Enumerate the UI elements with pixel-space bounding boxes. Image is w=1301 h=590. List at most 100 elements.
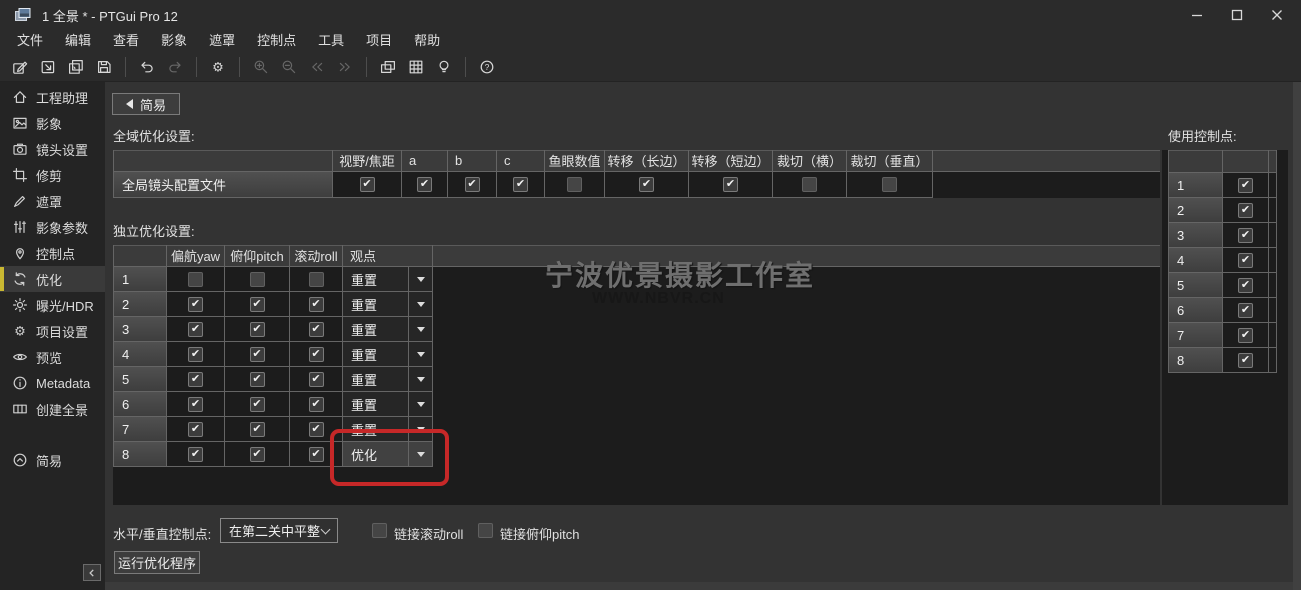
viewpoint-dropdown-row6[interactable]: 重置: [343, 392, 432, 416]
viewer-icon[interactable]: [431, 54, 457, 80]
sidebar-item-lens[interactable]: 镜头设置: [0, 136, 105, 162]
right-check-cell: [1223, 348, 1269, 373]
俯仰pitch-checkbox-row7[interactable]: [250, 422, 265, 437]
sidebar-item-images[interactable]: 影象: [0, 110, 105, 136]
use-control-points-checkbox-4[interactable]: [1238, 253, 1253, 268]
menu-item-7[interactable]: 项目: [355, 30, 403, 52]
俯仰pitch-checkbox-row3[interactable]: [250, 322, 265, 337]
滚动roll-checkbox-row6[interactable]: [309, 397, 324, 412]
global-checkbox-视野/焦距[interactable]: [360, 177, 375, 192]
menu-item-8[interactable]: 帮助: [403, 30, 451, 52]
menu-item-5[interactable]: 控制点: [246, 30, 307, 52]
minimize-icon[interactable]: [1177, 0, 1217, 30]
俯仰pitch-checkbox-row6[interactable]: [250, 397, 265, 412]
偏航yaw-checkbox-row2[interactable]: [188, 297, 203, 312]
偏航yaw-checkbox-row4[interactable]: [188, 347, 203, 362]
right-row-number: 5: [1168, 273, 1223, 298]
link-roll-checkbox[interactable]: [372, 523, 387, 538]
滚动roll-checkbox-row7[interactable]: [309, 422, 324, 437]
滚动roll-checkbox-row1[interactable]: [309, 272, 324, 287]
global-checkbox-a[interactable]: [417, 177, 432, 192]
lens-icon: [12, 141, 32, 157]
俯仰pitch-checkbox-row2[interactable]: [250, 297, 265, 312]
right-check-cell: [1223, 298, 1269, 323]
add-images-icon[interactable]: [63, 54, 89, 80]
hv-select-value: 在第二关中平整: [229, 521, 322, 540]
menu-item-2[interactable]: 查看: [102, 30, 150, 52]
滚动roll-checkbox-row5[interactable]: [309, 372, 324, 387]
menu-item-6[interactable]: 工具: [307, 30, 355, 52]
menu-item-1[interactable]: 编辑: [54, 30, 102, 52]
global-checkbox-鱼眼数值[interactable]: [567, 177, 582, 192]
menu-item-0[interactable]: 文件: [6, 30, 54, 52]
save-project-icon[interactable]: [91, 54, 117, 80]
run-optimizer-button[interactable]: 运行优化程序: [114, 551, 200, 574]
sidebar-item-pin[interactable]: 控制点: [0, 240, 105, 266]
edit-project-icon[interactable]: [7, 54, 33, 80]
use-control-points-checkbox-3[interactable]: [1238, 228, 1253, 243]
sidebar-item-simple-mode[interactable]: 简易: [0, 447, 105, 473]
sidebar-item-sun[interactable]: 曝光/HDR: [0, 292, 105, 318]
viewpoint-dropdown-row2[interactable]: 重置: [343, 292, 432, 316]
menu-item-4[interactable]: 遮罩: [198, 30, 246, 52]
sidebar-item-home[interactable]: 工程助理: [0, 84, 105, 110]
sidebar-item-eye[interactable]: 预览: [0, 344, 105, 370]
俯仰pitch-checkbox-row5[interactable]: [250, 372, 265, 387]
link-pitch-checkbox[interactable]: [478, 523, 493, 538]
global-checkbox-c[interactable]: [513, 177, 528, 192]
global-checkbox-转移（短边）[interactable]: [723, 177, 738, 192]
global-checkbox-b[interactable]: [465, 177, 480, 192]
sidebar-item-gear[interactable]: ⚙项目设置: [0, 318, 105, 344]
settings-icon[interactable]: ⚙: [205, 54, 231, 80]
panorama-editor-icon[interactable]: [375, 54, 401, 80]
sidebar-item-mask[interactable]: 遮罩: [0, 188, 105, 214]
滚动roll-checkbox-row3[interactable]: [309, 322, 324, 337]
menu-item-3[interactable]: 影象: [150, 30, 198, 52]
sidebar-item-optimize[interactable]: 优化: [0, 266, 105, 292]
偏航yaw-checkbox-row8[interactable]: [188, 447, 203, 462]
偏航yaw-checkbox-row5[interactable]: [188, 372, 203, 387]
help-icon[interactable]: ?: [474, 54, 500, 80]
sidebar-item-sliders[interactable]: 影象参数: [0, 214, 105, 240]
俯仰pitch-checkbox-row8[interactable]: [250, 447, 265, 462]
viewpoint-dropdown-row5[interactable]: 重置: [343, 367, 432, 391]
滚动roll-checkbox-row2[interactable]: [309, 297, 324, 312]
sidebar-item-panorama[interactable]: 创建全景: [0, 396, 105, 422]
use-control-points-checkbox-5[interactable]: [1238, 278, 1253, 293]
back-to-simple-button[interactable]: 简易: [112, 93, 180, 115]
sidebar-item-crop[interactable]: 修剪: [0, 162, 105, 188]
detail-viewer-icon[interactable]: [403, 54, 429, 80]
toolbar-separator: [366, 57, 367, 77]
sidebar-item-label: 控制点: [36, 244, 75, 263]
collapse-sidebar-button[interactable]: [83, 564, 101, 581]
sidebar-item-label: 曝光/HDR: [36, 296, 94, 315]
independent-check-cell: [167, 417, 225, 442]
偏航yaw-checkbox-row6[interactable]: [188, 397, 203, 412]
偏航yaw-checkbox-row1[interactable]: [188, 272, 203, 287]
use-control-points-checkbox-1[interactable]: [1238, 178, 1253, 193]
use-control-points-checkbox-2[interactable]: [1238, 203, 1253, 218]
viewpoint-dropdown-row4[interactable]: 重置: [343, 342, 432, 366]
use-control-points-checkbox-8[interactable]: [1238, 353, 1253, 368]
global-checkbox-裁切（横）[interactable]: [802, 177, 817, 192]
偏航yaw-checkbox-row7[interactable]: [188, 422, 203, 437]
maximize-icon[interactable]: [1217, 0, 1257, 30]
滚动roll-checkbox-row8[interactable]: [309, 447, 324, 462]
滚动roll-checkbox-row4[interactable]: [309, 347, 324, 362]
俯仰pitch-checkbox-row4[interactable]: [250, 347, 265, 362]
偏航yaw-checkbox-row3[interactable]: [188, 322, 203, 337]
sidebar-item-info[interactable]: Metadata: [0, 370, 105, 396]
viewpoint-dropdown-value: 重置: [343, 292, 408, 316]
right-scrollbar-track[interactable]: [1293, 82, 1301, 590]
viewpoint-dropdown-row1[interactable]: 重置: [343, 267, 432, 291]
use-control-points-checkbox-7[interactable]: [1238, 328, 1253, 343]
global-checkbox-转移（长边）[interactable]: [639, 177, 654, 192]
俯仰pitch-checkbox-row1[interactable]: [250, 272, 265, 287]
open-project-icon[interactable]: [35, 54, 61, 80]
undo-icon[interactable]: [134, 54, 160, 80]
use-control-points-checkbox-6[interactable]: [1238, 303, 1253, 318]
hv-control-points-select[interactable]: 在第二关中平整: [220, 518, 338, 543]
global-checkbox-裁切（垂直）[interactable]: [882, 177, 897, 192]
close-icon[interactable]: [1257, 0, 1297, 30]
viewpoint-dropdown-row3[interactable]: 重置: [343, 317, 432, 341]
